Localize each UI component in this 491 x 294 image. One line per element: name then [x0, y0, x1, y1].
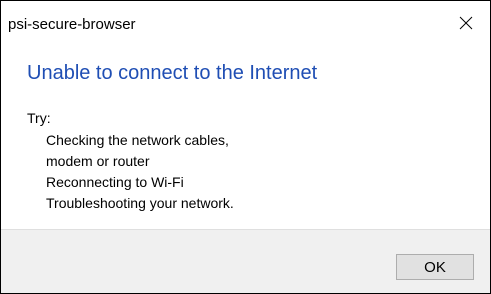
try-label: Try: — [27, 110, 51, 126]
suggestion-item: Troubleshooting your network. — [46, 195, 234, 211]
close-icon — [459, 16, 473, 30]
window-title: psi-secure-browser — [8, 16, 136, 33]
ok-button[interactable]: OK — [396, 254, 474, 280]
button-bar: OK — [1, 229, 490, 293]
suggestion-item: modem or router — [46, 153, 150, 169]
close-button[interactable] — [444, 1, 490, 45]
dialog-content: Unable to connect to the Internet Try: C… — [1, 45, 490, 229]
title-bar: psi-secure-browser — [1, 1, 490, 45]
suggestion-list: Checking the network cables, modem or ro… — [46, 130, 234, 214]
suggestion-item: Checking the network cables, — [46, 132, 229, 148]
error-heading: Unable to connect to the Internet — [27, 62, 318, 84]
error-dialog: psi-secure-browser Unable to connect to … — [0, 0, 491, 294]
suggestion-item: Reconnecting to Wi-Fi — [46, 174, 184, 190]
